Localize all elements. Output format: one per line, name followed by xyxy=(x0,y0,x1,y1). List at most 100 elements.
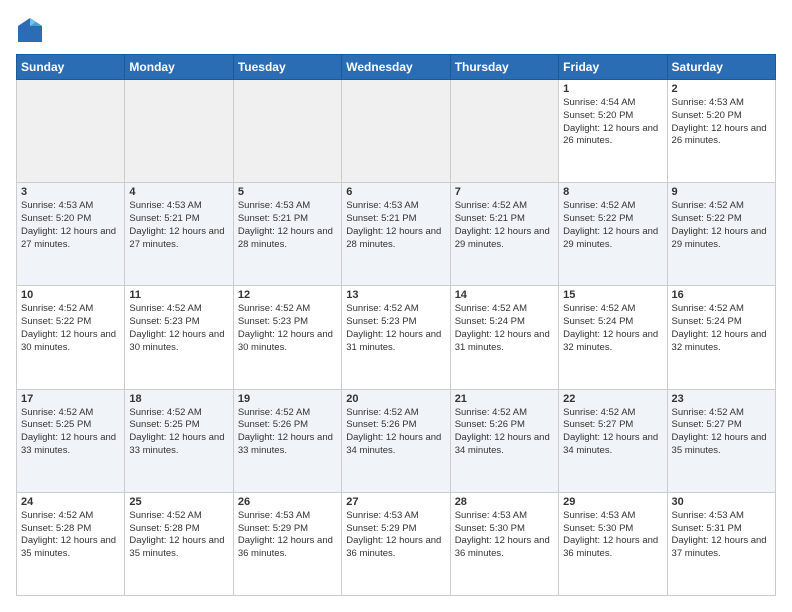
day-of-week-header: Sunday xyxy=(17,55,125,80)
day-info: Sunrise: 4:52 AM Sunset: 5:23 PM Dayligh… xyxy=(238,303,337,354)
logo-icon xyxy=(16,16,44,44)
calendar-day-cell: 16 Sunrise: 4:52 AM Sunset: 5:24 PM Dayli… xyxy=(667,286,775,389)
calendar-day-cell: 27 Sunrise: 4:53 AM Sunset: 5:29 PM Dayli… xyxy=(342,492,450,595)
day-number: 5 xyxy=(238,186,337,198)
calendar-day-cell: 13 Sunrise: 4:52 AM Sunset: 5:23 PM Dayli… xyxy=(342,286,450,389)
day-info: Sunrise: 4:52 AM Sunset: 5:27 PM Dayligh… xyxy=(672,407,771,458)
calendar-week-row: 10 Sunrise: 4:52 AM Sunset: 5:22 PM Dayli… xyxy=(17,286,776,389)
calendar-day-cell: 24Sunrise: 4:52 AM Sunset: 5:28 PM Dayli… xyxy=(17,492,125,595)
day-info: Sunrise: 4:53 AM Sunset: 5:21 PM Dayligh… xyxy=(129,200,228,251)
day-number: 19 xyxy=(238,393,337,405)
day-info: Sunrise: 4:52 AM Sunset: 5:24 PM Dayligh… xyxy=(672,303,771,354)
day-info: Sunrise: 4:52 AM Sunset: 5:22 PM Dayligh… xyxy=(672,200,771,251)
day-of-week-header: Monday xyxy=(125,55,233,80)
day-of-week-header: Saturday xyxy=(667,55,775,80)
calendar-day-cell: 20 Sunrise: 4:52 AM Sunset: 5:26 PM Dayli… xyxy=(342,389,450,492)
day-number: 29 xyxy=(563,496,662,508)
day-info: Sunrise: 4:52 AM Sunset: 5:24 PM Dayligh… xyxy=(455,303,554,354)
day-info: Sunrise: 4:52 AM Sunset: 5:26 PM Dayligh… xyxy=(455,407,554,458)
day-info: Sunrise: 4:53 AM Sunset: 5:31 PM Dayligh… xyxy=(672,510,771,561)
day-info: Sunrise: 4:52 AM Sunset: 5:24 PM Dayligh… xyxy=(563,303,662,354)
calendar: SundayMondayTuesdayWednesdayThursdayFrid… xyxy=(16,54,776,596)
day-number: 8 xyxy=(563,186,662,198)
calendar-day-cell: 18 Sunrise: 4:52 AM Sunset: 5:25 PM Dayli… xyxy=(125,389,233,492)
day-info: Sunrise: 4:53 AM Sunset: 5:30 PM Dayligh… xyxy=(563,510,662,561)
calendar-day-cell xyxy=(450,80,558,183)
day-number: 4 xyxy=(129,186,228,198)
calendar-day-cell: 1 Sunrise: 4:54 AM Sunset: 5:20 PM Daylig… xyxy=(559,80,667,183)
day-number: 6 xyxy=(346,186,445,198)
calendar-week-row: 24Sunrise: 4:52 AM Sunset: 5:28 PM Dayli… xyxy=(17,492,776,595)
day-number: 20 xyxy=(346,393,445,405)
calendar-day-cell: 3 Sunrise: 4:53 AM Sunset: 5:20 PM Daylig… xyxy=(17,183,125,286)
day-number: 21 xyxy=(455,393,554,405)
day-number: 15 xyxy=(563,289,662,301)
day-of-week-header: Friday xyxy=(559,55,667,80)
day-number: 13 xyxy=(346,289,445,301)
day-number: 12 xyxy=(238,289,337,301)
day-number: 14 xyxy=(455,289,554,301)
calendar-day-cell xyxy=(125,80,233,183)
day-of-week-header: Wednesday xyxy=(342,55,450,80)
day-info: Sunrise: 4:53 AM Sunset: 5:29 PM Dayligh… xyxy=(346,510,445,561)
day-info: Sunrise: 4:53 AM Sunset: 5:21 PM Dayligh… xyxy=(346,200,445,251)
day-number: 27 xyxy=(346,496,445,508)
day-number: 25 xyxy=(129,496,228,508)
day-info: Sunrise: 4:54 AM Sunset: 5:20 PM Dayligh… xyxy=(563,97,662,148)
calendar-day-cell: 23 Sunrise: 4:52 AM Sunset: 5:27 PM Dayli… xyxy=(667,389,775,492)
calendar-week-row: 3 Sunrise: 4:53 AM Sunset: 5:20 PM Daylig… xyxy=(17,183,776,286)
calendar-day-cell xyxy=(17,80,125,183)
day-number: 18 xyxy=(129,393,228,405)
day-info: Sunrise: 4:53 AM Sunset: 5:29 PM Dayligh… xyxy=(238,510,337,561)
calendar-day-cell: 5 Sunrise: 4:53 AM Sunset: 5:21 PM Daylig… xyxy=(233,183,341,286)
calendar-header-row: SundayMondayTuesdayWednesdayThursdayFrid… xyxy=(17,55,776,80)
calendar-day-cell: 15 Sunrise: 4:52 AM Sunset: 5:24 PM Dayli… xyxy=(559,286,667,389)
day-info: Sunrise: 4:52 AM Sunset: 5:25 PM Dayligh… xyxy=(129,407,228,458)
day-number: 11 xyxy=(129,289,228,301)
day-number: 16 xyxy=(672,289,771,301)
calendar-day-cell: 21 Sunrise: 4:52 AM Sunset: 5:26 PM Dayli… xyxy=(450,389,558,492)
calendar-day-cell xyxy=(342,80,450,183)
day-info: Sunrise: 4:52 AM Sunset: 5:26 PM Dayligh… xyxy=(346,407,445,458)
calendar-day-cell: 12 Sunrise: 4:52 AM Sunset: 5:23 PM Dayli… xyxy=(233,286,341,389)
day-info: Sunrise: 4:52 AM Sunset: 5:23 PM Dayligh… xyxy=(129,303,228,354)
day-number: 26 xyxy=(238,496,337,508)
page: SundayMondayTuesdayWednesdayThursdayFrid… xyxy=(0,0,792,612)
day-number: 23 xyxy=(672,393,771,405)
day-info: Sunrise: 4:52 AM Sunset: 5:26 PM Dayligh… xyxy=(238,407,337,458)
day-number: 2 xyxy=(672,83,771,95)
header xyxy=(16,16,776,44)
calendar-day-cell: 19 Sunrise: 4:52 AM Sunset: 5:26 PM Dayli… xyxy=(233,389,341,492)
day-info: Sunrise: 4:52 AM Sunset: 5:22 PM Dayligh… xyxy=(21,303,120,354)
calendar-week-row: 1 Sunrise: 4:54 AM Sunset: 5:20 PM Daylig… xyxy=(17,80,776,183)
calendar-day-cell: 4 Sunrise: 4:53 AM Sunset: 5:21 PM Daylig… xyxy=(125,183,233,286)
calendar-day-cell: 29 Sunrise: 4:53 AM Sunset: 5:30 PM Dayli… xyxy=(559,492,667,595)
calendar-day-cell: 10 Sunrise: 4:52 AM Sunset: 5:22 PM Dayli… xyxy=(17,286,125,389)
day-of-week-header: Thursday xyxy=(450,55,558,80)
day-info: Sunrise: 4:52 AM Sunset: 5:22 PM Dayligh… xyxy=(563,200,662,251)
calendar-day-cell: 11 Sunrise: 4:52 AM Sunset: 5:23 PM Dayli… xyxy=(125,286,233,389)
calendar-day-cell: 28Sunrise: 4:53 AM Sunset: 5:30 PM Dayli… xyxy=(450,492,558,595)
day-number: 10 xyxy=(21,289,120,301)
calendar-day-cell: 14 Sunrise: 4:52 AM Sunset: 5:24 PM Dayli… xyxy=(450,286,558,389)
day-of-week-header: Tuesday xyxy=(233,55,341,80)
day-info: Sunrise: 4:52 AM Sunset: 5:27 PM Dayligh… xyxy=(563,407,662,458)
day-info: Sunrise: 4:52 AM Sunset: 5:21 PM Dayligh… xyxy=(455,200,554,251)
day-info: Sunrise: 4:53 AM Sunset: 5:21 PM Dayligh… xyxy=(238,200,337,251)
day-number: 3 xyxy=(21,186,120,198)
calendar-day-cell: 9Sunrise: 4:52 AM Sunset: 5:22 PM Daylig… xyxy=(667,183,775,286)
day-number: 1 xyxy=(563,83,662,95)
calendar-day-cell: 6 Sunrise: 4:53 AM Sunset: 5:21 PM Daylig… xyxy=(342,183,450,286)
calendar-day-cell: 22 Sunrise: 4:52 AM Sunset: 5:27 PM Dayli… xyxy=(559,389,667,492)
day-info: Sunrise: 4:52 AM Sunset: 5:25 PM Dayligh… xyxy=(21,407,120,458)
calendar-day-cell: 26 Sunrise: 4:53 AM Sunset: 5:29 PM Dayli… xyxy=(233,492,341,595)
day-number: 22 xyxy=(563,393,662,405)
day-number: 24 xyxy=(21,496,120,508)
day-info: Sunrise: 4:52 AM Sunset: 5:23 PM Dayligh… xyxy=(346,303,445,354)
day-number: 28 xyxy=(455,496,554,508)
calendar-day-cell: 8 Sunrise: 4:52 AM Sunset: 5:22 PM Daylig… xyxy=(559,183,667,286)
day-number: 17 xyxy=(21,393,120,405)
day-info: Sunrise: 4:53 AM Sunset: 5:20 PM Dayligh… xyxy=(672,97,771,148)
day-info: Sunrise: 4:53 AM Sunset: 5:20 PM Dayligh… xyxy=(21,200,120,251)
calendar-day-cell xyxy=(233,80,341,183)
